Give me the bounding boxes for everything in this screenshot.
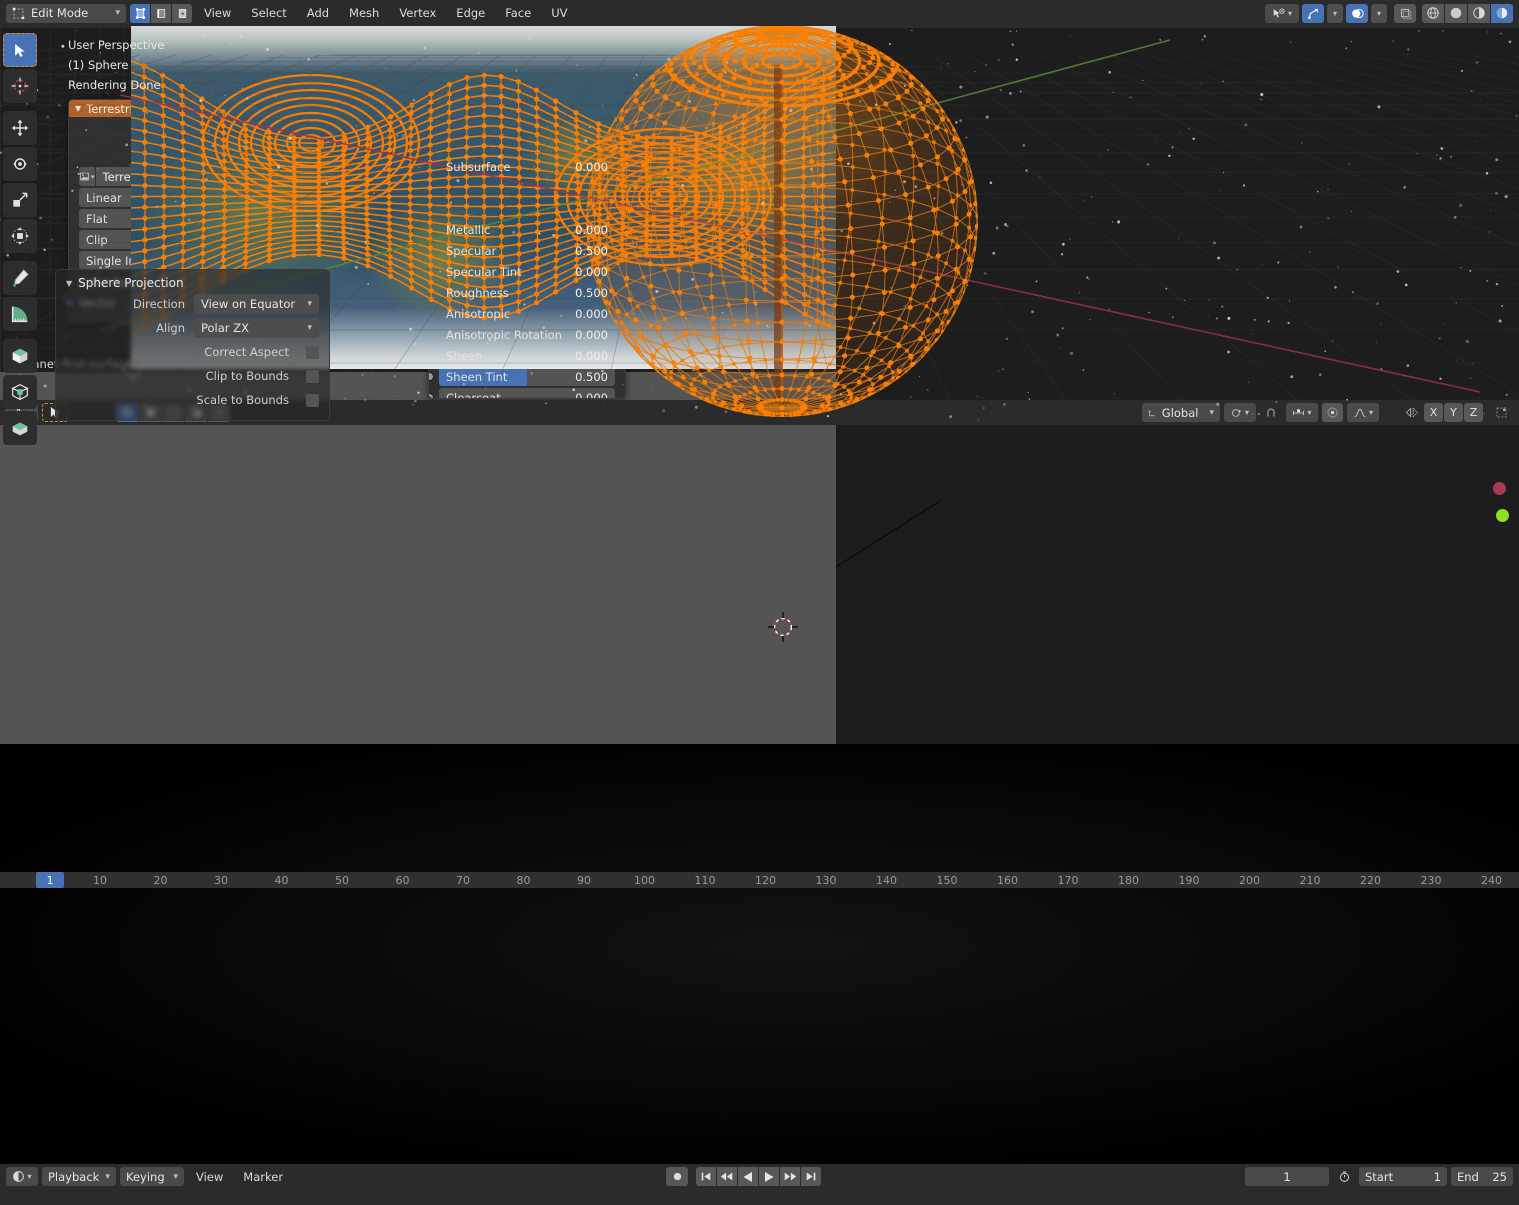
timeline-menu-view[interactable]: View [188,1167,231,1186]
timeline-tick: 170 [1057,874,1079,887]
current-frame-value: 1 [1283,1169,1291,1184]
chevron-down-icon: ▾ [173,1171,178,1182]
timeline-tick: 60 [395,874,410,887]
use-preview-range-icon [1339,1171,1349,1182]
timeline-editor: ▾ Playback ▾ Keying ▾ View Marker 1 Star… [0,1164,1519,1205]
timeline-editor-icon [13,1171,25,1182]
timeline-playhead[interactable]: 1 [36,872,64,888]
bsdf-prop-label: Roughness [446,285,509,300]
jump-to-end-icon [806,1172,816,1181]
timeline-tick: 230 [1420,874,1442,887]
timeline-tick: 190 [1178,874,1200,887]
timeline-tick: 130 [815,874,837,887]
bsdf-slider[interactable]: Anisotropic Rotation 0.000 [439,325,615,344]
end-label: End [1457,1169,1479,1184]
timeline-tick: 110 [694,874,716,887]
timeline-tick: 30 [214,874,228,887]
playback-label: Playback [48,1169,100,1184]
bsdf-prop-value: 0.500 [575,243,608,258]
auto-keying-icon [673,1172,681,1181]
timeline-tick: 200 [1239,874,1260,887]
bsdf-prop-label: Specular Tint [446,264,522,279]
current-frame-field[interactable]: 1 [1245,1167,1329,1186]
playback-menu[interactable]: Playback ▾ [42,1167,116,1186]
uv-image-editor[interactable] [0,24,836,744]
play-icon [765,1171,774,1182]
timeline-tick: 90 [577,874,591,887]
play-reverse-button[interactable] [738,1167,758,1186]
bsdf-prop-value: 0.000 [575,306,608,321]
timeline-tick: 80 [516,874,531,887]
keying-label: Keying [126,1169,165,1184]
start-label: Start [1365,1169,1394,1184]
start-value: 1 [1433,1169,1441,1184]
timeline-tick: 10 [93,874,107,887]
timeline-tick: 220 [1360,874,1381,887]
timeline-tick: 50 [335,874,349,887]
jump-to-start-button[interactable] [696,1167,716,1186]
timeline-tick: 70 [456,874,470,887]
timeline-tick: 20 [153,874,168,887]
timeline-tick: 180 [1118,874,1139,887]
use-preview-range-button[interactable] [1333,1167,1355,1186]
timeline-tick: 240 [1481,874,1502,887]
timeline-tick: 160 [997,874,1018,887]
bsdf-prop-label: Sheen [446,348,483,363]
bsdf-prop-value: 0.000 [575,327,608,342]
bsdf-prop-value: 0.500 [575,285,608,300]
bsdf-prop-label: Anisotropic [446,306,511,321]
bsdf-prop-value: 0.000 [575,222,608,237]
bsdf-prop-label: Metallic [446,222,491,237]
playback-transport [696,1167,821,1186]
timeline-tick: 210 [1299,874,1321,887]
play-reverse-icon [743,1171,752,1182]
timeline-editor-type-selector[interactable]: ▾ [6,1167,38,1186]
bsdf-prop-row[interactable]: Anisotropic Rotation 0.000 [429,325,615,344]
timeline-tick: 100 [634,874,655,887]
bsdf-prop-value: 0.000 [575,264,608,279]
timeline-tick: 40 [274,874,289,887]
end-value: 25 [1492,1169,1507,1184]
viewport-3d[interactable]: Edit Mode ▾ View Select Add Mesh Vertex … [0,0,1519,1164]
end-frame-field[interactable]: End 25 [1451,1167,1513,1186]
jump-next-keyframe-button[interactable] [780,1167,800,1186]
timeline-tick: 140 [876,874,897,887]
jump-next-keyframe-icon [784,1172,797,1181]
bsdf-prop-value: 0.500 [575,369,608,384]
timeline-menu-marker[interactable]: Marker [235,1167,291,1186]
bsdf-prop-label: Sheen Tint [446,369,508,384]
bsdf-prop-value: 0.000 [575,348,608,363]
chevron-down-icon: ▾ [105,1171,110,1182]
start-frame-field[interactable]: Start 1 [1359,1167,1447,1186]
bsdf-prop-label: Subsurface [446,159,511,174]
bsdf-prop-value: 0.000 [575,159,608,174]
bsdf-prop-label: Anisotropic Rotation [446,327,562,342]
jump-to-start-icon [701,1172,711,1181]
jump-prev-keyframe-button[interactable] [717,1167,737,1186]
bsdf-prop-label: Specular [446,243,497,258]
jump-to-end-button[interactable] [801,1167,821,1186]
keying-menu[interactable]: Keying ▾ [120,1167,184,1186]
timeline-tick: 150 [936,874,958,887]
timeline-tick: 120 [755,874,776,887]
auto-keying-button[interactable] [666,1167,688,1186]
timeline-ruler[interactable]: 10 20 30 40 50 60 70 80 90 100 110 120 130 140 150 160 1… [0,872,1519,888]
play-button[interactable] [759,1167,779,1186]
jump-prev-keyframe-icon [720,1172,733,1181]
